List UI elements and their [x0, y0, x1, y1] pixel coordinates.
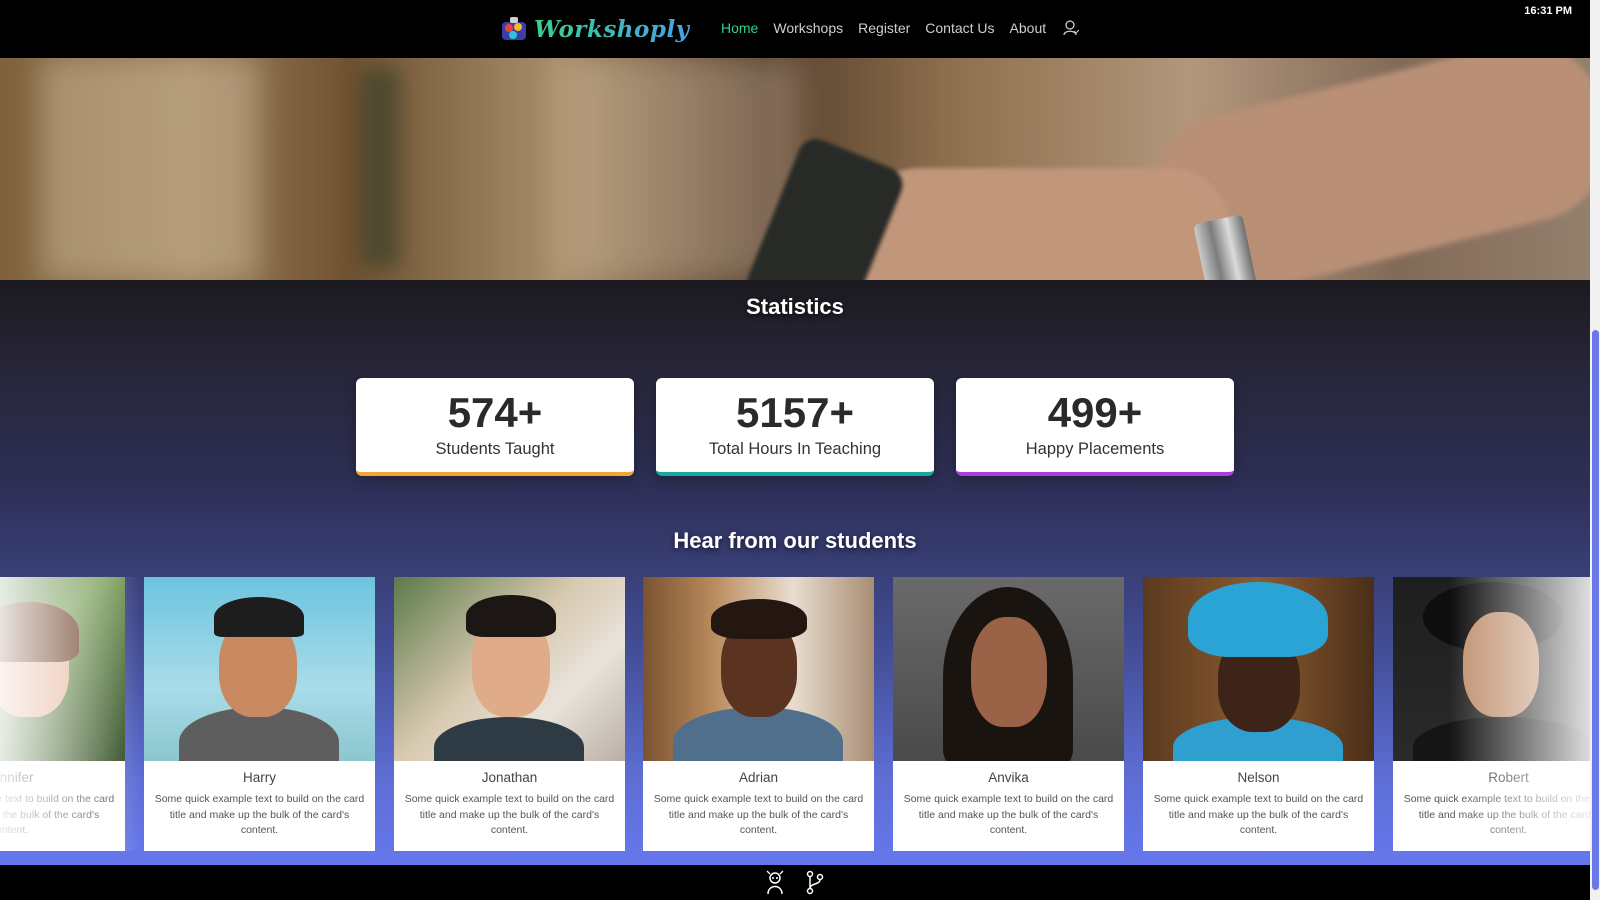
statistics-cards: 574+ Students Taught 5157+ Total Hours I… [356, 378, 1234, 476]
brand-name: Workshoply [534, 15, 690, 43]
page-scrollbar[interactable] [1590, 0, 1600, 900]
student-photo [1393, 577, 1590, 761]
main-nav: Home Workshops Register Contact Us About [721, 19, 1080, 37]
student-name: Jonathan [481, 770, 538, 785]
student-name: Jennifer [0, 770, 34, 785]
student-photo [144, 577, 375, 761]
testimonial-card-jennifer[interactable]: Jennifer Some quick example text to buil… [0, 577, 125, 851]
stat-value: 499+ [1047, 389, 1143, 436]
student-name: Robert [1488, 770, 1529, 785]
hero-video-banner [0, 58, 1590, 280]
student-photo [1143, 577, 1374, 761]
student-photo [0, 577, 125, 761]
scrollbar-thumb[interactable] [1592, 330, 1599, 890]
paint-palette-icon [500, 16, 528, 42]
student-review: Some quick example text to build on the … [154, 793, 365, 836]
student-name: Adrian [738, 770, 779, 785]
nav-register[interactable]: Register [858, 20, 910, 36]
main-section: Statistics 574+ Students Taught 5157+ To… [0, 280, 1590, 865]
nav-about[interactable]: About [1010, 20, 1047, 36]
student-review: Some quick example text to build on the … [1153, 793, 1364, 836]
testimonials-heading: Hear from our students [673, 528, 917, 553]
student-review: Some quick example text to build on the … [653, 793, 864, 836]
brand[interactable]: Workshoply [500, 14, 690, 44]
mascot-icon[interactable] [764, 870, 786, 896]
nav-workshops[interactable]: Workshops [773, 20, 843, 36]
testimonial-card-adrian[interactable]: Adrian Some quick example text to build … [643, 577, 874, 851]
testimonial-card-jonathan[interactable]: Jonathan Some quick example text to buil… [394, 577, 625, 851]
stat-card-happy-placements: 499+ Happy Placements [956, 378, 1234, 476]
stat-label: Happy Placements [1025, 440, 1165, 458]
footer [0, 865, 1590, 900]
stat-label: Students Taught [435, 440, 555, 458]
testimonial-card-nelson[interactable]: Nelson Some quick example text to build … [1143, 577, 1374, 851]
stat-card-students-taught: 574+ Students Taught [356, 378, 634, 476]
student-review: Some quick example text to build on the … [1403, 793, 1590, 836]
testimonial-carousel[interactable]: Jennifer Some quick example text to buil… [0, 577, 1590, 851]
stat-value: 574+ [447, 389, 543, 436]
user-icon[interactable] [1063, 19, 1080, 37]
student-photo [394, 577, 625, 761]
system-clock: 16:31 PM [1524, 5, 1572, 17]
nav-home[interactable]: Home [721, 20, 758, 36]
testimonial-card-anvika[interactable]: Anvika Some quick example text to build … [893, 577, 1124, 851]
top-navbar: Workshoply Home Workshops Register Conta… [0, 0, 1590, 58]
student-review: Some quick example text to build on the … [903, 793, 1114, 836]
stat-value: 5157+ [736, 389, 854, 436]
stat-card-total-hours: 5157+ Total Hours In Teaching [656, 378, 934, 476]
nav-contact-us[interactable]: Contact Us [925, 20, 994, 36]
student-name: Harry [243, 770, 276, 785]
student-name: Nelson [1237, 770, 1280, 785]
stat-label: Total Hours In Teaching [708, 440, 882, 458]
statistics-heading: Statistics [746, 294, 844, 319]
student-photo [643, 577, 874, 761]
student-review: Some quick example text to build on the … [404, 793, 615, 836]
testimonial-card-robert[interactable]: Robert Some quick example text to build … [1393, 577, 1590, 851]
git-branch-icon[interactable] [804, 870, 826, 896]
student-photo [893, 577, 1124, 761]
student-name: Anvika [988, 770, 1029, 785]
student-review: Some quick example text to build on the … [0, 793, 115, 836]
testimonial-card-harry[interactable]: Harry Some quick example text to build o… [144, 577, 375, 851]
